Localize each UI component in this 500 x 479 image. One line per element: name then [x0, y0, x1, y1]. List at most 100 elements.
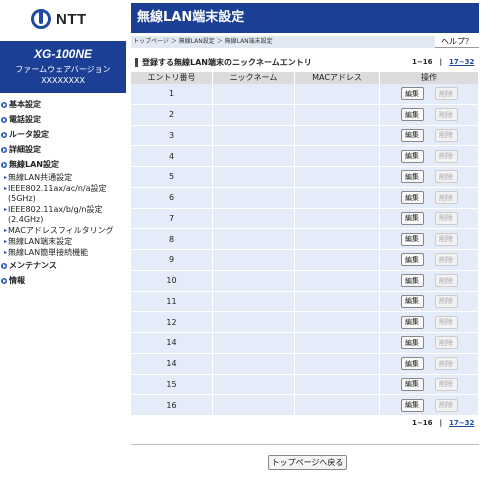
mac-address-cell	[295, 187, 380, 208]
col-entry-number: エントリ番号	[131, 72, 213, 84]
col-nickname: ニックネーム	[213, 72, 295, 84]
mac-address-cell	[295, 208, 380, 229]
edit-button[interactable]: 編集	[400, 108, 424, 122]
nickname-cell	[213, 84, 295, 104]
edit-button[interactable]: 編集	[400, 294, 424, 308]
entry-number-cell: 12	[131, 312, 213, 332]
delete-button[interactable]: 削除	[434, 274, 458, 288]
delete-button[interactable]: 削除	[434, 294, 458, 308]
sidebar-nav: 基本設定電話設定ルータ設定詳細設定無線LAN設定無線LAN共通設定IEEE802…	[0, 98, 126, 289]
edit-button[interactable]: 編集	[400, 191, 424, 205]
delete-button[interactable]: 削除	[434, 128, 458, 142]
delete-button[interactable]: 削除	[434, 149, 458, 163]
entry-table: エントリ番号 ニックネーム MACアドレス 操作 1 編集 削除 2 編集 削除 3 編集 削除…	[131, 72, 479, 416]
sidebar-item[interactable]: 詳細設定	[0, 143, 126, 156]
arrow-bullet-icon	[1, 131, 7, 138]
sidebar-subitem[interactable]: 無線LAN簡単接続機能	[0, 248, 126, 258]
nickname-cell	[213, 104, 295, 125]
edit-button[interactable]: 編集	[400, 377, 424, 391]
pager-next-link[interactable]: 17~32	[449, 58, 474, 66]
edit-button[interactable]: 編集	[400, 149, 424, 163]
entry-number-cell: 1	[131, 84, 213, 104]
mac-address-cell	[295, 291, 380, 312]
edit-button[interactable]: 編集	[400, 253, 424, 267]
sidebar-subitem[interactable]: 無線LAN端末設定	[0, 237, 126, 247]
edit-button[interactable]: 編集	[400, 232, 424, 246]
edit-button[interactable]: 編集	[400, 336, 424, 350]
device-info: XG-100NE ファームウェアバージョン XXXXXXXX	[0, 41, 126, 93]
sidebar-subitem[interactable]: 無線LAN共通設定	[0, 173, 126, 183]
edit-button[interactable]: 編集	[400, 87, 424, 101]
mac-address-cell	[295, 167, 380, 187]
sidebar-item[interactable]: 基本設定	[0, 98, 126, 111]
delete-button[interactable]: 削除	[434, 170, 458, 184]
delete-button[interactable]: 削除	[434, 398, 458, 412]
delete-button[interactable]: 削除	[434, 377, 458, 391]
table-row: 15 編集 削除	[131, 374, 479, 396]
edit-button[interactable]: 編集	[400, 170, 424, 184]
model-name: XG-100NE	[33, 47, 93, 61]
operation-cell: 編集 削除	[380, 146, 479, 166]
edit-button[interactable]: 編集	[400, 211, 424, 225]
edit-button[interactable]: 編集	[400, 398, 424, 412]
table-row: 3 編集 削除	[131, 125, 479, 147]
mac-address-cell	[295, 84, 380, 104]
edit-button[interactable]: 編集	[400, 128, 424, 142]
table-row: 4 編集 削除	[131, 146, 479, 167]
edit-button[interactable]: 編集	[400, 315, 424, 329]
pager-next-link[interactable]: 17~32	[449, 419, 474, 427]
operation-cell: 編集 削除	[380, 291, 479, 312]
mac-address-cell	[295, 395, 380, 415]
help-link[interactable]: ヘルプ？	[435, 36, 479, 48]
table-row: 5 編集 削除	[131, 167, 479, 188]
entry-number-cell: 5	[131, 167, 213, 187]
operation-cell: 編集 削除	[380, 353, 479, 374]
delete-button[interactable]: 削除	[434, 336, 458, 350]
sidebar-item[interactable]: 無線LAN設定	[0, 158, 126, 171]
delete-button[interactable]: 削除	[434, 357, 458, 371]
operation-cell: 編集 削除	[380, 270, 479, 291]
table-row: 10 編集 削除	[131, 270, 479, 292]
delete-button[interactable]: 削除	[434, 211, 458, 225]
sidebar-subitem[interactable]: MACアドレスフィルタリング	[0, 226, 126, 236]
entry-number-cell: 8	[131, 229, 213, 249]
entry-number-cell: 6	[131, 187, 213, 208]
mac-address-cell	[295, 312, 380, 332]
delete-button[interactable]: 削除	[434, 191, 458, 205]
sidebar-subitem[interactable]: IEEE802.11ax/b/g/n設定 (2.4GHz)	[0, 205, 126, 225]
edit-button[interactable]: 編集	[400, 274, 424, 288]
sidebar-item-label: 詳細設定	[9, 145, 41, 154]
delete-button[interactable]: 削除	[434, 108, 458, 122]
back-to-top-button[interactable]: トップページへ戻る	[268, 455, 347, 470]
entry-number-cell: 11	[131, 291, 213, 312]
sidebar-item[interactable]: 情報	[0, 274, 126, 287]
nickname-cell	[213, 187, 295, 208]
divider	[131, 444, 479, 445]
arrow-bullet-icon	[1, 161, 7, 168]
nickname-cell	[213, 146, 295, 166]
delete-button[interactable]: 削除	[434, 315, 458, 329]
sidebar-item-label: 情報	[9, 276, 25, 285]
nickname-cell	[213, 312, 295, 332]
pager-current: 1~16	[412, 58, 433, 66]
sidebar-subitem[interactable]: IEEE802.11ax/ac/n/a設定 (5GHz)	[0, 184, 126, 204]
sidebar-item-label: メンテナンス	[9, 261, 57, 270]
delete-button[interactable]: 削除	[434, 87, 458, 101]
sidebar-item[interactable]: メンテナンス	[0, 259, 126, 272]
mac-address-cell	[295, 353, 380, 374]
delete-button[interactable]: 削除	[434, 232, 458, 246]
nickname-cell	[213, 167, 295, 187]
delete-button[interactable]: 削除	[434, 253, 458, 267]
sidebar-item-label: 無線LAN設定	[9, 160, 59, 169]
edit-button[interactable]: 編集	[400, 357, 424, 371]
entry-number-cell: 4	[131, 146, 213, 166]
sidebar-item[interactable]: 電話設定	[0, 113, 126, 126]
table-row: 6 編集 削除	[131, 187, 479, 209]
breadcrumb-row: トップページ ＞ 無線LAN設定 ＞ 無線LAN端末設定 ヘルプ？	[131, 36, 479, 48]
sidebar-item-label: ルータ設定	[9, 130, 49, 139]
nickname-cell	[213, 208, 295, 229]
mac-address-cell	[295, 374, 380, 395]
operation-cell: 編集 削除	[380, 208, 479, 229]
sidebar-item[interactable]: ルータ設定	[0, 128, 126, 141]
table-row: 7 編集 削除	[131, 208, 479, 230]
